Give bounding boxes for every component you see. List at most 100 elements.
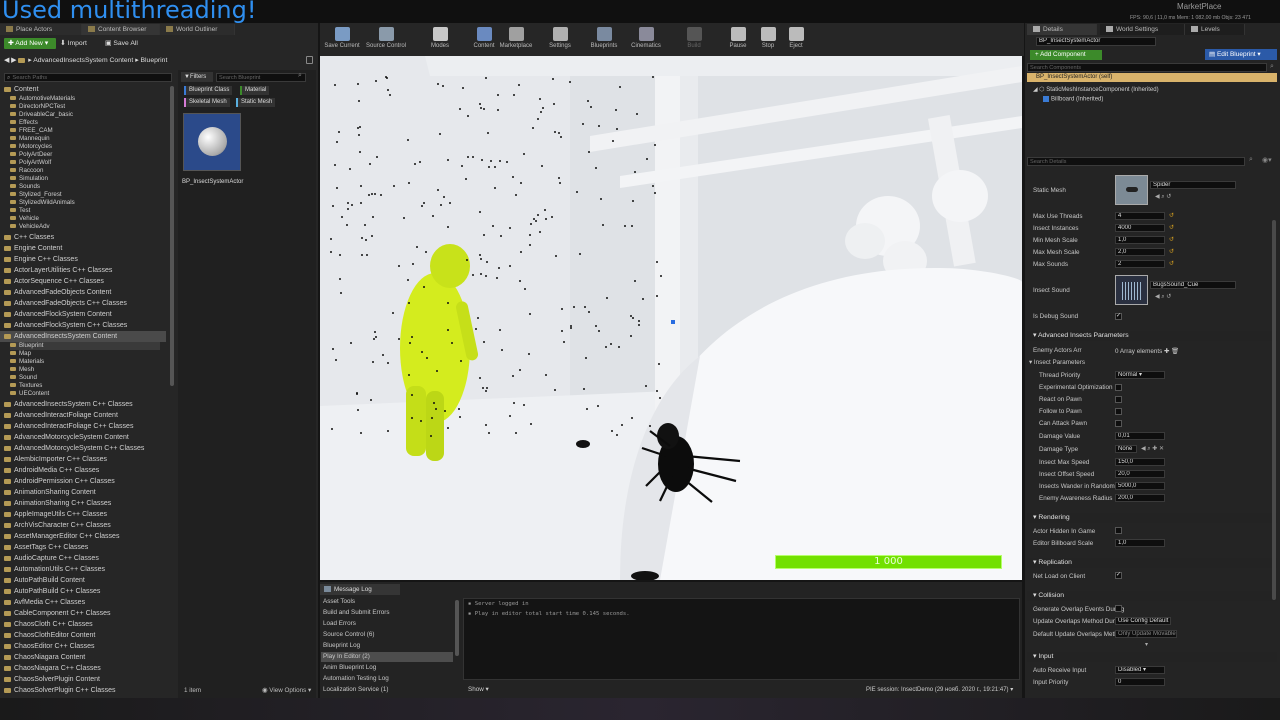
gen-overlap-checkbox[interactable]: [1115, 605, 1122, 612]
log-category[interactable]: Asset Tools: [321, 597, 453, 607]
check-box[interactable]: [1115, 384, 1122, 391]
reset-arrow-icon[interactable]: ↺: [1169, 248, 1174, 255]
save-all-button[interactable]: ▣ Save All: [105, 38, 138, 49]
insect-sound-thumbnail[interactable]: [1115, 275, 1148, 305]
toolbar-settings-button[interactable]: Settings: [538, 24, 582, 54]
toolbar-marketplace-button[interactable]: Marketplace: [494, 24, 538, 54]
tree-item[interactable]: AnimationSharing Content: [4, 487, 96, 498]
search-paths-input[interactable]: ⌕ Search Paths: [4, 73, 172, 82]
search-blueprint-input[interactable]: Search Blueprint: [216, 73, 306, 82]
search-details-icon[interactable]: ⌕: [1249, 156, 1253, 164]
expand-advanced-icon[interactable]: ▾: [1145, 641, 1148, 648]
lock-icon[interactable]: [306, 56, 313, 64]
tree-item[interactable]: AlembicImporter C++ Classes: [4, 454, 107, 465]
tree-item[interactable]: AdvancedInteractFoliage Content: [4, 410, 118, 421]
tree-sub-item[interactable]: Raccoon: [10, 167, 43, 175]
static-mesh-select[interactable]: Spider: [1150, 181, 1236, 189]
tree-sub-item[interactable]: Blueprint: [10, 342, 160, 350]
component-staticmesh[interactable]: ◢ ⬡ StaticMeshInstanceComponent (Inherit…: [1033, 86, 1159, 93]
tree-item[interactable]: ChaosClothEditor Content: [4, 630, 95, 641]
billboard-scale-field[interactable]: 1,0: [1115, 539, 1165, 547]
prop-value-field[interactable]: 2: [1115, 260, 1165, 268]
tree-item[interactable]: AssetTags C++ Classes: [4, 542, 88, 553]
tree-sub-item[interactable]: StylizedWildAnimals: [10, 199, 75, 207]
tree-item[interactable]: AdvancedInsectsSystem Content: [0, 331, 166, 342]
tree-item[interactable]: AudioCapture C++ Classes: [4, 553, 99, 564]
tree-sub-item[interactable]: Sound: [10, 374, 37, 382]
reset-arrow-icon[interactable]: ↺: [1169, 212, 1174, 219]
tree-sub-item[interactable]: Map: [10, 350, 31, 358]
tab-world-settings[interactable]: World Settings: [1100, 24, 1185, 35]
actor-name-field[interactable]: BP_InsectSystemActor: [1036, 37, 1156, 46]
prop-value-field[interactable]: 5000,0: [1115, 482, 1165, 490]
tree-item[interactable]: CableComponent C++ Classes: [4, 608, 111, 619]
tab-world-outliner[interactable]: World Outliner: [160, 24, 235, 35]
log-category[interactable]: Blueprint Log: [321, 641, 453, 651]
toolbar-modes-button[interactable]: Modes: [418, 24, 462, 54]
import-button[interactable]: ⬇ Import: [60, 38, 87, 49]
tab-details[interactable]: Details: [1027, 24, 1097, 35]
tree-sub-item[interactable]: Motorcycles: [10, 143, 52, 151]
tree-item[interactable]: AdvancedMotorcycleSystem Content: [4, 432, 129, 443]
sound-action-icons[interactable]: ◀ ⌕ ↺: [1155, 293, 1171, 301]
toolbar-source-control-button[interactable]: Source Control: [364, 24, 408, 54]
toolbar-build-button[interactable]: Build: [672, 24, 716, 54]
static-mesh-thumbnail[interactable]: [1115, 175, 1148, 205]
log-category[interactable]: Localization Service (1): [321, 685, 453, 695]
search-components-input[interactable]: Search Components: [1027, 63, 1267, 72]
tree-sub-item[interactable]: Test: [10, 207, 30, 215]
tree-item[interactable]: AutoPathBuild Content: [4, 575, 85, 586]
tree-item[interactable]: AvfMedia C++ Classes: [4, 597, 85, 608]
prop-value-field[interactable]: 4000: [1115, 224, 1165, 232]
message-log-tab[interactable]: Message Log: [320, 584, 400, 595]
chip-skeletal-mesh[interactable]: Skeletal Mesh: [184, 98, 230, 107]
tree-item[interactable]: Engine Content: [4, 243, 62, 254]
search-blueprint-icon[interactable]: ⌕: [298, 72, 302, 80]
chip-blueprint-class[interactable]: Blueprint Class: [184, 86, 233, 95]
edit-blueprint-button[interactable]: ▤ Edit Blueprint ▾: [1205, 49, 1277, 60]
prop-value-field[interactable]: 2,0: [1115, 248, 1165, 256]
trash-icon[interactable]: 🗑: [1171, 348, 1179, 355]
tree-sub-item[interactable]: Materials: [10, 358, 44, 366]
tree-item[interactable]: AssetManagerEditor C++ Classes: [4, 531, 119, 542]
prop-value-field[interactable]: 200,0: [1115, 494, 1165, 502]
filters-button[interactable]: ▼Filters: [181, 72, 213, 82]
section-collision[interactable]: ▾ Collision: [1027, 591, 1277, 601]
breadcrumb-child[interactable]: Blueprint: [141, 57, 168, 64]
view-options-button[interactable]: ◉ View Options ▾: [262, 687, 311, 694]
thread-priority-select[interactable]: Normal ▾: [1115, 371, 1165, 379]
add-component-button[interactable]: + Add Component: [1030, 50, 1102, 60]
tree-sub-item[interactable]: PolyArtDeer: [10, 151, 52, 159]
forward-arrow-icon[interactable]: ▶: [11, 57, 18, 64]
net-load-checkbox[interactable]: ✓: [1115, 572, 1122, 579]
tree-item[interactable]: AndroidMedia C++ Classes: [4, 465, 99, 476]
component-billboard[interactable]: Billboard (Inherited): [1043, 96, 1103, 103]
tree-sub-item[interactable]: AutomotiveMaterials: [10, 95, 75, 103]
tree-item[interactable]: AutoPathBuild C++ Classes: [4, 586, 100, 597]
tree-item[interactable]: AdvancedFlockSystem Content: [4, 309, 112, 320]
auto-receive-select[interactable]: Disabled ▾: [1115, 666, 1165, 674]
eye-icon[interactable]: ◉▾: [1262, 156, 1272, 164]
tree-item[interactable]: ActorLayerUtilities C++ Classes: [4, 265, 112, 276]
log-category[interactable]: Build and Submit Errors: [321, 608, 453, 618]
actor-hidden-checkbox[interactable]: [1115, 527, 1122, 534]
check-box[interactable]: [1115, 408, 1122, 415]
tree-item[interactable]: Engine C++ Classes: [4, 254, 78, 265]
asset-thumbnail[interactable]: [183, 113, 241, 171]
tree-sub-item[interactable]: Mannequin: [10, 135, 50, 143]
is-debug-sound-checkbox[interactable]: ✓: [1115, 313, 1122, 320]
log-scrollbar[interactable]: [455, 600, 459, 656]
tree-item[interactable]: ChaosNiagara C++ Classes: [4, 663, 101, 674]
damage-type-icons[interactable]: ◀ ⌕ ✚ ✕: [1141, 445, 1164, 453]
tree-sub-item[interactable]: Stylized_Forest: [10, 191, 62, 199]
tab-levels[interactable]: Levels: [1185, 24, 1245, 35]
section-input[interactable]: ▾ Input: [1027, 652, 1277, 662]
prop-value-field[interactable]: 150,0: [1115, 458, 1165, 466]
prop-value-field[interactable]: 1,0: [1115, 236, 1165, 244]
tab-place-actors[interactable]: Place Actors: [0, 24, 82, 35]
chip-material[interactable]: Material: [240, 86, 270, 95]
tree-sub-item[interactable]: Effects: [10, 119, 38, 127]
tree-sub-item[interactable]: UEContent: [10, 390, 49, 398]
breadcrumb-root[interactable]: AdvancedInsectsSystem Content: [33, 57, 133, 64]
tree-item[interactable]: AdvancedInteractFoliage C++ Classes: [4, 421, 133, 432]
